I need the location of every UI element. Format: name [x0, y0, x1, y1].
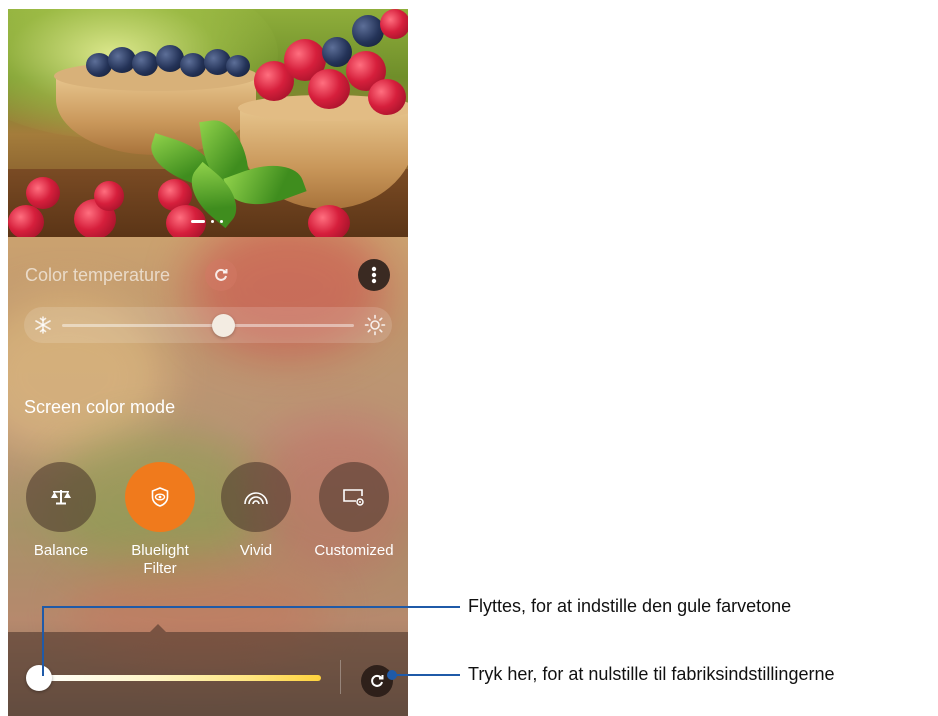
mode-balance-button[interactable] — [26, 462, 96, 532]
screen-settings-icon — [343, 489, 364, 506]
color-temperature-slider[interactable] — [24, 307, 392, 343]
factory-reset-button[interactable] — [361, 665, 393, 697]
yellow-tone-slider-track[interactable] — [38, 675, 321, 681]
mode-vivid[interactable]: Vivid — [211, 462, 301, 560]
mode-label: Balance — [33, 542, 89, 559]
callout-reset-text: Tryk her, for at nulstille til fabriksin… — [468, 664, 835, 684]
color-temperature-reset-button[interactable] — [205, 259, 237, 291]
page-indicator-active — [191, 220, 205, 223]
mode-label: Vivid — [239, 542, 273, 559]
callout-reset-line — [395, 674, 460, 676]
yellow-tone-slider-thumb[interactable] — [26, 665, 52, 691]
divider — [340, 660, 341, 694]
color-temperature-slider-track — [62, 324, 354, 327]
page-indicator-dot — [220, 220, 223, 223]
mode-bluelight-filter-button[interactable] — [125, 462, 195, 532]
mode-label: Bluelight Filter — [131, 542, 189, 577]
bluelight-adjust-bar — [8, 632, 408, 716]
callout-slider-line-vertical — [42, 606, 44, 676]
mode-customized[interactable]: Customized — [309, 462, 399, 560]
page-indicator-dot — [211, 220, 214, 223]
screen-color-mode-title: Screen color mode — [24, 397, 176, 417]
color-settings-panel: Color temperature Screen color mode Bala… — [8, 237, 408, 716]
more-options-button[interactable] — [358, 259, 390, 291]
callout-slider-line-horizontal — [42, 606, 460, 608]
phone-screen: Color temperature Screen color mode Bala… — [8, 9, 408, 716]
mode-customized-button[interactable] — [319, 462, 389, 532]
color-temperature-title: Color temperature — [25, 265, 171, 285]
refresh-icon — [215, 268, 228, 281]
rainbow-icon — [244, 492, 268, 505]
mode-balance[interactable]: Balance — [16, 462, 106, 560]
more-vertical-icon — [371, 266, 377, 284]
mode-vivid-button[interactable] — [221, 462, 291, 532]
selected-mode-pointer — [150, 624, 166, 632]
page-indicator — [191, 219, 231, 225]
eye-shield-icon — [151, 487, 169, 507]
wallpaper-photo — [8, 9, 408, 237]
mode-label: Customized — [314, 542, 394, 559]
refresh-icon — [371, 674, 384, 687]
sun-icon — [364, 314, 386, 336]
mode-bluelight-filter[interactable]: Bluelight Filter — [115, 462, 205, 578]
snowflake-icon — [35, 316, 51, 334]
callout-slider-text: Flyttes, for at indstille den gule farve… — [468, 596, 792, 616]
color-temperature-slider-thumb[interactable] — [212, 314, 235, 337]
balance-scale-icon — [51, 490, 71, 505]
